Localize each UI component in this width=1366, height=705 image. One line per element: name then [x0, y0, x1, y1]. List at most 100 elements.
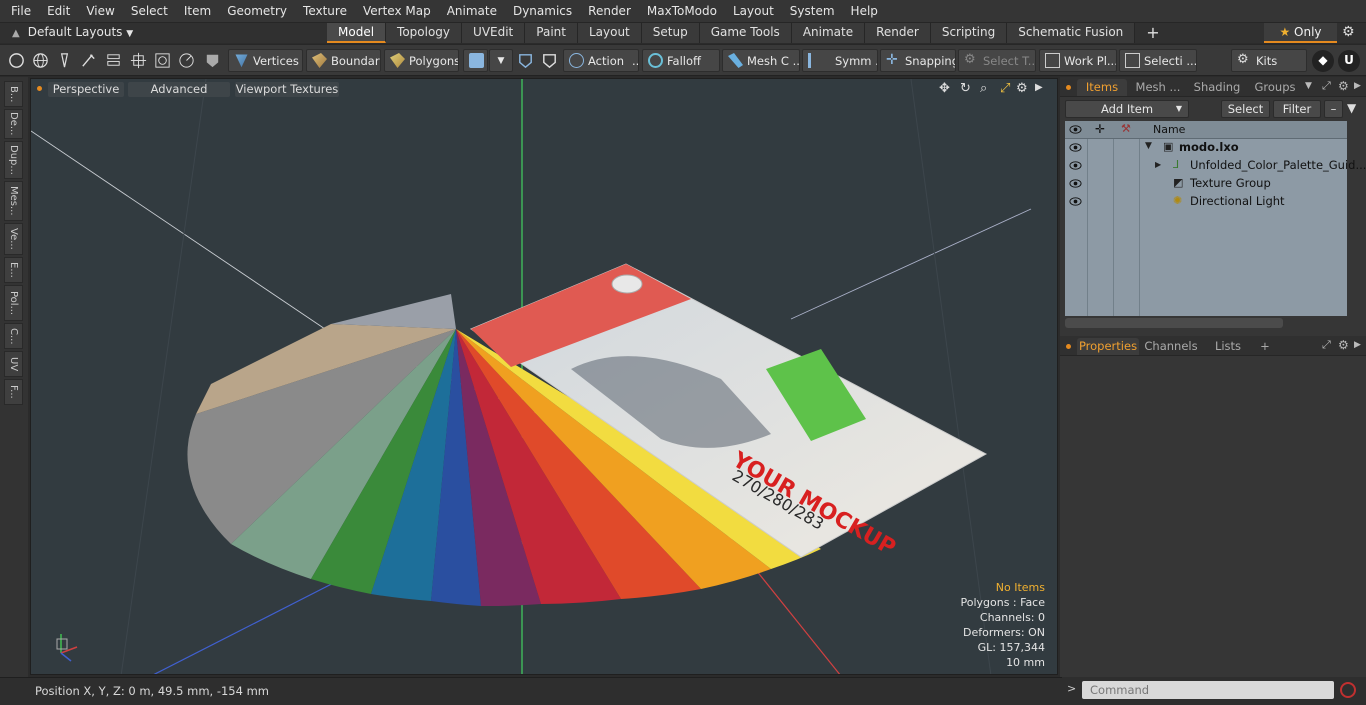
vertices-button[interactable]: Vertices — [228, 49, 303, 72]
pen-icon[interactable] — [55, 51, 74, 70]
view-mode-button[interactable]: Perspective — [48, 82, 124, 97]
left-tab-polygon[interactable]: Pol... — [4, 285, 23, 321]
move-view-icon[interactable]: ✥ — [939, 81, 950, 96]
tab-mesh[interactable]: Mesh ... — [1132, 79, 1184, 96]
frame-icon[interactable] — [153, 51, 172, 70]
select-through-button[interactable]: ⚙ Select T... — [958, 49, 1036, 72]
center-icon[interactable] — [129, 51, 148, 70]
unity-icon[interactable]: ◆ — [1312, 50, 1334, 72]
menu-render[interactable]: Render — [588, 4, 631, 18]
rotate-view-icon[interactable]: ↻ — [960, 81, 971, 96]
left-tab-basic[interactable]: B... — [4, 81, 23, 107]
left-tab-edge[interactable]: E... — [4, 257, 23, 283]
tab-schematic-fusion[interactable]: Schematic Fusion — [1007, 23, 1136, 43]
menu-system[interactable]: System — [790, 4, 835, 18]
expand-arrow-icon[interactable]: ▶ — [1155, 160, 1161, 169]
funnel-icon[interactable]: ▼ — [1347, 101, 1356, 115]
brush-icon[interactable] — [79, 51, 98, 70]
lock-col-icon[interactable]: ✛ — [1095, 122, 1105, 136]
left-tab-fusion[interactable]: F... — [4, 379, 23, 405]
tab-animate[interactable]: Animate — [791, 23, 866, 43]
only-button[interactable]: ★ Only — [1264, 23, 1337, 43]
kits-button[interactable]: ⚙ Kits — [1231, 49, 1307, 72]
menu-geometry[interactable]: Geometry — [227, 4, 287, 18]
panel-arrow-icon[interactable]: ▶ — [1354, 340, 1361, 350]
add-tab-button[interactable]: + — [1135, 23, 1171, 43]
left-tab-curve[interactable]: C... — [4, 323, 23, 349]
tab-lists[interactable]: Lists — [1208, 338, 1248, 355]
work-plane-button[interactable]: Work Pl... — [1039, 49, 1117, 72]
menu-help[interactable]: Help — [851, 4, 878, 18]
mesh-constraint-button[interactable]: Mesh C ... — [722, 49, 800, 72]
panel-gear-icon[interactable]: ⚙ — [1338, 79, 1349, 93]
tab-channels[interactable]: Channels — [1144, 338, 1198, 355]
viewport-textures-button[interactable]: Viewport Textures — [235, 82, 339, 97]
command-input[interactable]: Command — [1082, 681, 1334, 699]
menu-animate[interactable]: Animate — [447, 4, 497, 18]
snap-rotate-icon[interactable] — [177, 51, 196, 70]
fit-view-icon[interactable]: ⤢ — [1000, 81, 1010, 96]
shield-gear-icon[interactable] — [516, 51, 535, 70]
panel-expand-icon[interactable]: ⤢ — [1322, 79, 1331, 93]
tab-layout[interactable]: Layout — [577, 23, 642, 43]
boundary-button[interactable]: Boundary — [306, 49, 381, 72]
panel-expand-icon[interactable]: ⤢ — [1322, 338, 1331, 352]
collapse-icon[interactable]: – — [1324, 100, 1343, 118]
unreal-icon[interactable]: U — [1338, 50, 1360, 72]
tab-scripting[interactable]: Scripting — [930, 23, 1008, 43]
tab-setup[interactable]: Setup — [641, 23, 700, 43]
symmetry-button[interactable]: Symm ... — [802, 49, 878, 72]
shield-check-icon[interactable] — [540, 51, 559, 70]
menu-select[interactable]: Select — [131, 4, 168, 18]
tab-model[interactable]: Model — [327, 23, 387, 43]
render-col-icon[interactable]: ⚒ — [1121, 122, 1131, 135]
left-tab-deform[interactable]: De... — [4, 109, 23, 139]
add-item-button[interactable]: Add Item ▼ — [1065, 100, 1189, 118]
eye-icon[interactable] — [1069, 124, 1082, 135]
panel-arrow-icon[interactable]: ▶ — [1354, 81, 1361, 91]
expand-arrow-icon[interactable]: ▼ — [1145, 141, 1152, 151]
select-button[interactable]: Select — [1221, 100, 1270, 118]
circle-select-icon[interactable] — [7, 51, 26, 70]
item-row-scene[interactable]: ▼ ▣ modo.lxo — [1065, 139, 1347, 157]
eye-icon[interactable] — [1069, 142, 1082, 153]
tab-properties[interactable]: Properties — [1077, 338, 1139, 355]
tab-shading[interactable]: Shading — [1188, 79, 1246, 96]
left-tab-mesh-edit[interactable]: Mes... — [4, 181, 23, 221]
items-scrollbar[interactable] — [1065, 318, 1283, 328]
menu-vertex-map[interactable]: Vertex Map — [363, 4, 431, 18]
tabs-dropdown-icon[interactable]: ▼ — [1305, 81, 1312, 91]
tab-topology[interactable]: Topology — [386, 23, 463, 43]
gear-icon[interactable]: ⚙ — [1342, 24, 1355, 40]
menu-item[interactable]: Item — [184, 4, 211, 18]
snapping-button[interactable]: ✛ Snapping — [880, 49, 956, 72]
3d-viewport[interactable]: 270/280/283 YOUR MOCKUP Perspective Adva… — [30, 78, 1058, 675]
tab-uvedit[interactable]: UVEdit — [462, 23, 526, 43]
align-icon[interactable] — [104, 51, 123, 70]
item-row-texture-group[interactable]: ◩ Texture Group — [1065, 175, 1347, 193]
left-tab-uv[interactable]: UV — [4, 351, 23, 377]
zoom-view-icon[interactable]: ⌕ — [980, 81, 987, 96]
viewport-expand-icon[interactable]: ▶ — [1035, 82, 1043, 93]
cube-mode-button[interactable] — [463, 49, 488, 72]
left-tab-duplicate[interactable]: Dup... — [4, 141, 23, 179]
tab-groups[interactable]: Groups — [1250, 79, 1300, 96]
selection-sets-button[interactable]: Selecti ... — [1119, 49, 1197, 72]
filter-button[interactable]: Filter — [1273, 100, 1321, 118]
tab-render[interactable]: Render — [865, 23, 931, 43]
record-button[interactable] — [1340, 682, 1356, 698]
viewport-settings-icon[interactable]: ⚙ — [1016, 81, 1028, 96]
action-button[interactable]: Action... — [563, 49, 639, 72]
panel-gear-icon[interactable]: ⚙ — [1338, 338, 1349, 352]
falloff-button[interactable]: Falloff — [642, 49, 720, 72]
eye-icon[interactable] — [1069, 160, 1082, 171]
mode-dropdown-button[interactable]: ▼ — [489, 49, 513, 72]
eye-icon[interactable] — [1069, 178, 1082, 189]
name-column-header[interactable]: Name — [1153, 123, 1185, 136]
globe-icon[interactable] — [31, 51, 50, 70]
tab-items[interactable]: Items — [1077, 79, 1127, 96]
layout-selector[interactable]: ▲ Default Layouts ▼ — [12, 25, 133, 39]
menu-layout[interactable]: Layout — [733, 4, 774, 18]
menu-dynamics[interactable]: Dynamics — [513, 4, 572, 18]
tab-paint[interactable]: Paint — [525, 23, 578, 43]
